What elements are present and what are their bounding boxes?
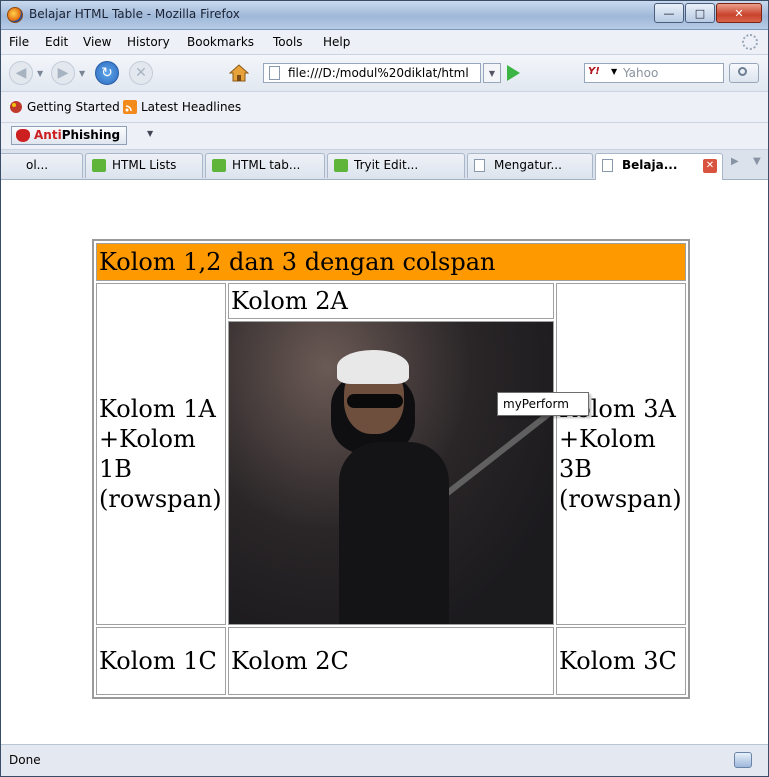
antiphishing-label-red: Anti (34, 128, 62, 142)
throbber-icon (742, 34, 758, 50)
menu-help[interactable]: Help (323, 35, 350, 49)
window-controls: — □ ✕ (653, 3, 762, 23)
tab-2-label: HTML tab... (232, 158, 301, 172)
document-icon (474, 159, 485, 172)
search-box[interactable]: Y! ▼ Yahoo (584, 63, 724, 83)
cell-1ab-rowspan: Kolom 1A +Kolom 1B (rowspan) (96, 283, 226, 625)
url-history-dropdown[interactable]: ▼ (483, 63, 501, 83)
forward-button[interactable]: ▶ (51, 61, 75, 85)
photo-image (229, 322, 553, 624)
close-button[interactable]: ✕ (716, 3, 762, 23)
title-bar[interactable]: Belajar HTML Table - Mozilla Firefox — □… (1, 1, 768, 30)
bookmarks-toolbar: Getting Started Latest Headlines (1, 92, 768, 123)
tab-bar: ◀ ol... HTML Lists HTML tab... Tryit Edi… (1, 150, 768, 180)
yahoo-engine-icon[interactable]: Y! (588, 66, 600, 77)
search-button[interactable] (729, 63, 759, 83)
cell-3ab-rowspan: Kolom 3A +Kolom 3B (rowspan) (556, 283, 686, 625)
antiphishing-toolbar: AntiPhishing ▼ (1, 123, 768, 150)
url-input[interactable]: file:///D:/modul%20diklat/html (263, 63, 481, 83)
cell-3c: Kolom 3C (556, 627, 686, 695)
status-text: Done (9, 753, 41, 767)
menu-tools[interactable]: Tools (273, 35, 303, 49)
navigation-toolbar: ◀ ▼ ▶ ▼ ↻ ✕ file:///D:/modul%20diklat/ht… (1, 55, 768, 92)
getting-started-icon (10, 101, 22, 113)
w3schools-icon (92, 159, 106, 172)
menu-bar: File Edit View History Bookmarks Tools H… (1, 30, 768, 55)
window-title: Belajar HTML Table - Mozilla Firefox (29, 7, 240, 21)
browser-window: Belajar HTML Table - Mozilla Firefox — □… (0, 0, 769, 777)
menu-history[interactable]: History (127, 35, 170, 49)
page-content: Kolom 1,2 dan 3 dengan colspan Kolom 1A … (1, 180, 768, 744)
status-mail-icon[interactable] (734, 752, 752, 768)
tab-scroll-right-icon[interactable]: ▶ (731, 156, 739, 167)
photo-helmet (337, 350, 409, 384)
antiphishing-dropdown-icon[interactable]: ▼ (147, 129, 153, 138)
tab-close-icon[interactable]: ✕ (703, 159, 717, 173)
engine-dropdown-icon[interactable]: ▼ (611, 67, 617, 76)
w3schools-icon (212, 159, 226, 172)
tab-mengatur[interactable]: Mengatur... (467, 153, 593, 178)
photo-sunglasses (347, 394, 403, 408)
forward-history-dropdown-icon[interactable]: ▼ (79, 69, 85, 78)
demo-table: Kolom 1,2 dan 3 dengan colspan Kolom 1A … (92, 239, 690, 699)
search-input[interactable]: Yahoo (623, 66, 658, 80)
tab-belajar-active[interactable]: Belaja... ✕ (595, 153, 723, 180)
search-icon (738, 67, 747, 76)
menu-bookmarks[interactable]: Bookmarks (187, 35, 254, 49)
tab-0[interactable]: ol... (1, 153, 83, 178)
cell-2c: Kolom 2C (228, 627, 554, 695)
stop-button[interactable]: ✕ (129, 61, 153, 85)
menu-view[interactable]: View (83, 35, 111, 49)
go-button[interactable] (507, 65, 520, 81)
antiphishing-icon (16, 129, 30, 142)
menu-edit[interactable]: Edit (45, 35, 68, 49)
colspan-header-cell: Kolom 1,2 dan 3 dengan colspan (96, 243, 686, 281)
tab-4-label: Mengatur... (494, 158, 562, 172)
minimize-button[interactable]: — (654, 3, 684, 23)
reload-button[interactable]: ↻ (95, 61, 119, 85)
tab-html-tables[interactable]: HTML tab... (205, 153, 325, 178)
rss-feed-icon (123, 100, 137, 114)
antiphishing-button[interactable]: AntiPhishing (11, 126, 128, 145)
cell-1c: Kolom 1C (96, 627, 226, 695)
back-button[interactable]: ◀ (9, 61, 33, 85)
menu-file[interactable]: File (9, 35, 29, 49)
tab-5-label: Belaja... (622, 158, 678, 172)
home-button[interactable] (229, 63, 249, 83)
tab-3-label: Tryit Edit... (354, 158, 419, 172)
cell-2a: Kolom 2A (228, 283, 554, 319)
page-icon (269, 66, 280, 80)
tab-tryit-editor[interactable]: Tryit Edit... (327, 153, 465, 178)
maximize-button[interactable]: □ (685, 3, 715, 23)
tab-html-lists[interactable]: HTML Lists (85, 153, 203, 178)
tab-0-label: ol... (26, 158, 49, 172)
antiphishing-label: Phishing (61, 128, 121, 142)
back-history-dropdown-icon[interactable]: ▼ (37, 69, 43, 78)
status-bar: Done (1, 744, 768, 776)
photo-person-body (339, 442, 449, 624)
w3schools-icon (334, 159, 348, 172)
cell-2b-image (228, 321, 554, 625)
tab-list-dropdown-icon[interactable]: ▼ (753, 156, 761, 167)
url-text: file:///D:/modul%20diklat/html (288, 66, 469, 80)
tab-1-label: HTML Lists (112, 158, 177, 172)
document-icon (602, 159, 613, 172)
bookmark-getting-started[interactable]: Getting Started (27, 100, 120, 114)
bookmark-latest-headlines[interactable]: Latest Headlines (141, 100, 241, 114)
firefox-icon (7, 7, 23, 23)
image-title-tooltip: myPerform (497, 392, 589, 416)
